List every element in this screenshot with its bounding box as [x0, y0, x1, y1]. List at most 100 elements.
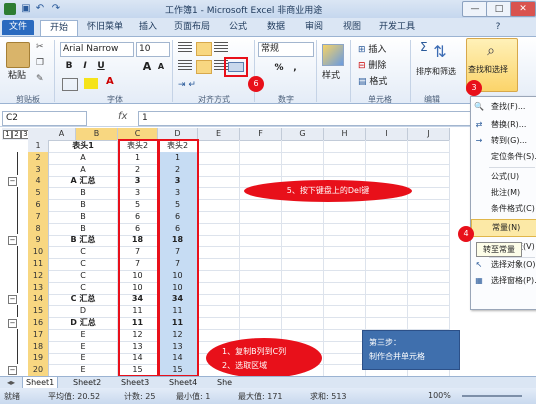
insert-cells-button[interactable]: ⊞ 插入 [358, 42, 386, 55]
collapse-group-button[interactable]: − [8, 236, 17, 246]
menu-item[interactable]: 常量(N) [471, 219, 536, 237]
title-bar: ▣ ↶ ↷ 工作簿1 - Microsoft Excel 非商业用途 — □ ✕ [0, 0, 536, 18]
column-c-highlight [158, 139, 199, 377]
name-box[interactable]: C2 [2, 111, 87, 126]
tab-classic-menu[interactable]: 怀旧菜单 [82, 20, 128, 35]
paste-button-label[interactable]: 粘贴 [8, 68, 26, 81]
format-cells-button[interactable]: ▤ 格式 [358, 74, 387, 87]
tab-developer[interactable]: 开发工具 [374, 20, 420, 35]
delete-cells-button[interactable]: ⊟ 删除 [358, 58, 386, 71]
zoom-level[interactable]: 100% [428, 391, 451, 400]
sheet-tab-5[interactable]: She [214, 377, 235, 388]
menu-item[interactable]: → 转到(G)... [471, 133, 536, 149]
tab-file[interactable]: 文件 [2, 20, 34, 35]
close-button[interactable]: ✕ [510, 1, 536, 17]
tab-data[interactable]: 数据 [260, 20, 292, 35]
border-icon[interactable] [62, 78, 78, 91]
menu-item[interactable]: 🔍 查找(F)... [471, 99, 536, 115]
collapse-group-button[interactable]: − [8, 177, 17, 187]
italic-button[interactable]: I [78, 60, 92, 73]
outline-level-bar: 1 2 3 [2, 128, 30, 140]
menu-item[interactable]: ▦ 选择窗格(P)... [471, 273, 536, 289]
menu-item[interactable]: 定位条件(S)... [471, 149, 536, 165]
menu-item[interactable]: 公式(U) [471, 169, 536, 185]
collapse-group-button[interactable]: − [8, 366, 17, 376]
ribbon-tabs: 文件 开始 怀旧菜单 插入 页面布局 公式 数据 审阅 视图 开发工具 ? [0, 18, 536, 36]
styles-icon[interactable] [322, 44, 344, 66]
menu-item[interactable]: ⇄ 替换(R)... [471, 117, 536, 133]
ribbon-separator [54, 40, 55, 102]
align-top-icon[interactable] [178, 42, 192, 54]
outline-level-1-button[interactable]: 1 [3, 130, 12, 139]
tab-formulas[interactable]: 公式 [222, 20, 254, 35]
menu-item[interactable]: ↖ 选择对象(O) [471, 257, 536, 273]
underline-button[interactable]: U [94, 60, 108, 73]
paste-icon[interactable] [6, 42, 30, 68]
autosum-icon[interactable]: Σ [420, 40, 428, 54]
excel-app-icon[interactable] [4, 3, 16, 15]
tab-page-layout[interactable]: 页面布局 [168, 20, 216, 35]
sheet-tab-2[interactable]: Sheet2 [70, 377, 104, 388]
tab-review[interactable]: 审阅 [298, 20, 330, 35]
menu-item-label: 批注(M) [491, 188, 521, 197]
menu-item-icon [474, 204, 484, 214]
maximize-button[interactable]: □ [486, 1, 512, 17]
menu-item-label: 常量(N) [492, 223, 521, 232]
align-left-icon[interactable] [178, 60, 192, 72]
tab-home[interactable]: 开始 [40, 20, 78, 36]
menu-item[interactable]: 条件格式(C) [471, 201, 536, 217]
comma-style-button[interactable]: , [288, 62, 302, 75]
sort-filter-icon[interactable]: ⇅ [430, 42, 450, 62]
save-icon[interactable]: ▣ [20, 3, 32, 15]
grow-font-button[interactable]: A [140, 60, 154, 73]
sheet-tab-3[interactable]: Sheet3 [118, 377, 152, 388]
merge-center-icon[interactable] [228, 62, 244, 72]
number-format-select[interactable]: 常规 [258, 42, 314, 57]
font-color-icon[interactable]: A [106, 76, 114, 87]
copy-icon[interactable]: ❐ [36, 58, 44, 68]
sheet-tab-4[interactable]: Sheet4 [166, 377, 200, 388]
status-ready: 就绪 [4, 392, 20, 401]
group-label-number: 数字 [278, 95, 294, 104]
fill-color-icon[interactable] [84, 78, 98, 89]
tab-insert[interactable]: 插入 [132, 20, 164, 35]
tooltip-goto-constants: 转至常量 [476, 242, 522, 257]
styles-button-label[interactable]: 样式 [322, 68, 340, 81]
undo-icon[interactable]: ↶ [34, 3, 46, 15]
minimize-button[interactable]: — [462, 1, 488, 17]
zoom-slider[interactable] [462, 395, 522, 397]
window-title: 工作簿1 - Microsoft Excel 非商业用途 [165, 6, 323, 16]
menu-item-icon: ↖ [475, 260, 483, 269]
find-select-label: 查找和选择 [468, 65, 508, 74]
shrink-font-button[interactable]: A [154, 60, 168, 73]
menu-item-label: 转到(G)... [491, 136, 528, 145]
ribbon-separator [410, 40, 411, 102]
column-b-highlight [118, 139, 159, 377]
collapse-group-button[interactable]: − [8, 319, 17, 328]
format-painter-icon[interactable]: ✎ [36, 74, 44, 84]
menu-item[interactable]: 批注(M) [471, 185, 536, 201]
menu-item-label: 选择窗格(P)... [491, 276, 536, 285]
sort-filter-button-label[interactable]: 排序和筛选 [416, 66, 456, 77]
font-name-select[interactable]: Arial Narrow [60, 42, 134, 57]
wrap-text-icon[interactable]: ⇥ ↵ [178, 80, 196, 90]
font-size-select[interactable]: 10 [136, 42, 170, 57]
menu-item-label: 定位条件(S)... [491, 152, 536, 161]
outline-level-2-button[interactable]: 2 [12, 130, 21, 139]
tab-view[interactable]: 视图 [336, 20, 368, 35]
align-bottom-icon[interactable] [214, 42, 228, 54]
align-middle-icon[interactable] [196, 42, 212, 56]
percent-style-button[interactable]: % [272, 62, 286, 75]
align-center-icon[interactable] [196, 60, 212, 74]
format-label: 格式 [369, 77, 388, 87]
help-icon[interactable]: ? [492, 20, 504, 35]
collapse-group-button[interactable]: − [8, 295, 17, 305]
sheet-nav-icons[interactable]: ◂▸ [4, 377, 18, 388]
delete-icon: ⊟ [358, 61, 369, 71]
bold-button[interactable]: B [62, 60, 76, 73]
group-label-font: 字体 [107, 95, 123, 104]
menu-separator [489, 167, 535, 168]
cut-icon[interactable]: ✂ [36, 42, 44, 52]
insert-function-icon[interactable]: fx [118, 111, 127, 122]
redo-icon[interactable]: ↷ [50, 3, 62, 15]
